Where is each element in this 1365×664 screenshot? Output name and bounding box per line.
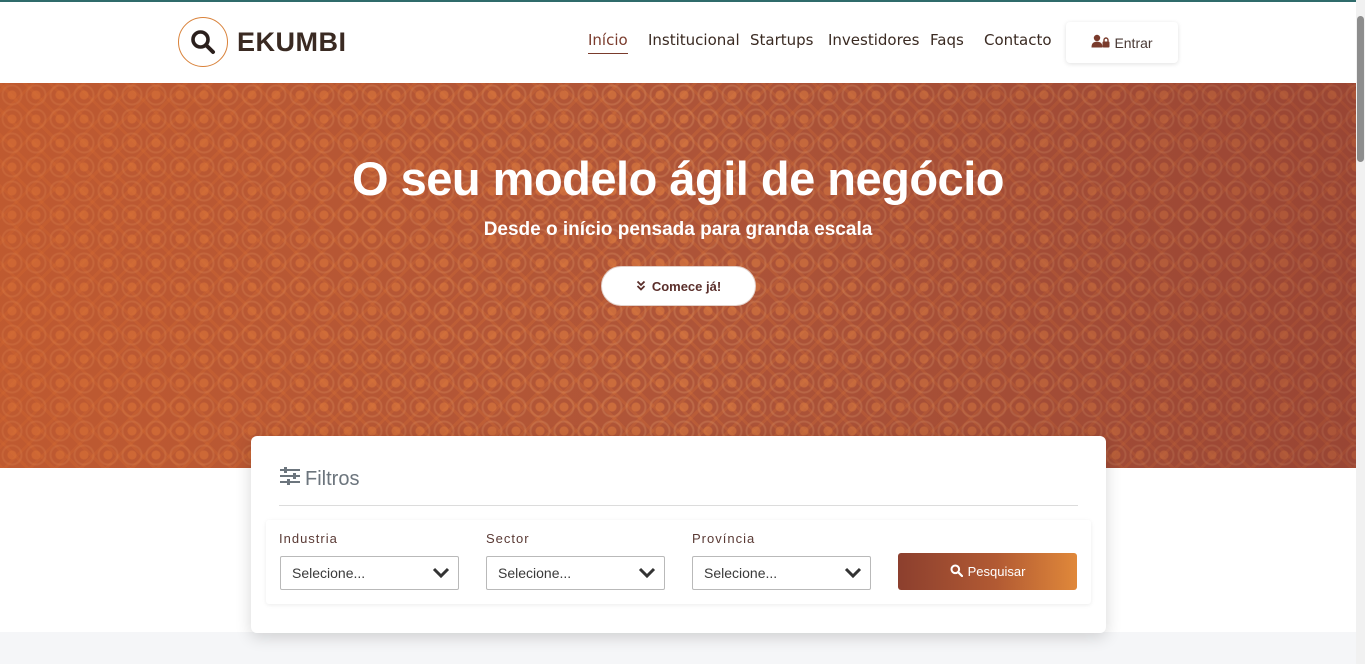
nav-item-faqs[interactable]: Faqs bbox=[930, 31, 964, 49]
chevron-down-icon bbox=[432, 566, 450, 583]
nav-item-contacto[interactable]: Contacto bbox=[984, 31, 1052, 49]
search-label: Pesquisar bbox=[967, 564, 1026, 579]
filters-title: Filtros bbox=[305, 467, 360, 490]
nav-item-institucional[interactable]: Institucional bbox=[648, 31, 740, 49]
search-button[interactable]: Pesquisar bbox=[898, 553, 1077, 590]
filters-card: Filtros Industria Selecione... Sector Se… bbox=[251, 436, 1106, 633]
users-lock-icon bbox=[1091, 34, 1111, 51]
login-button[interactable]: Entrar bbox=[1066, 22, 1178, 63]
filter-form: Industria Selecione... Sector Selecione.… bbox=[266, 520, 1091, 604]
login-label: Entrar bbox=[1114, 34, 1153, 51]
sector-label: Sector bbox=[486, 531, 530, 546]
industria-label: Industria bbox=[279, 531, 338, 546]
nav-item-investidores[interactable]: Investidores bbox=[828, 31, 919, 49]
brand-logo[interactable]: EKUMBI bbox=[178, 17, 347, 67]
sector-select-value: Selecione... bbox=[498, 565, 572, 581]
navbar: EKUMBI Início Institucional Startups Inv… bbox=[0, 2, 1356, 83]
industria-select[interactable]: Selecione... bbox=[280, 556, 459, 590]
hero-title: O seu modelo ágil de negócio bbox=[352, 152, 1004, 205]
industria-select-value: Selecione... bbox=[292, 565, 366, 581]
filters-heading: Filtros bbox=[279, 466, 359, 492]
nav-item-inicio[interactable]: Início bbox=[588, 31, 628, 54]
search-icon bbox=[950, 564, 963, 580]
chevron-down-icon bbox=[844, 566, 862, 583]
hero-banner: O seu modelo ágil de negócio Desde o iní… bbox=[0, 83, 1356, 468]
sector-select[interactable]: Selecione... bbox=[486, 556, 665, 590]
start-now-label: Comece já! bbox=[651, 278, 722, 294]
scrollbar-thumb[interactable] bbox=[1357, 16, 1364, 162]
provincia-label: Província bbox=[692, 531, 756, 546]
brand-name: EKUMBI bbox=[237, 26, 347, 57]
chevron-down-icon bbox=[638, 566, 656, 583]
divider bbox=[279, 505, 1078, 506]
nav-item-startups[interactable]: Startups bbox=[750, 31, 814, 49]
sliders-icon bbox=[279, 466, 301, 492]
start-now-button[interactable]: Comece já! bbox=[601, 266, 756, 306]
provincia-select[interactable]: Selecione... bbox=[692, 556, 871, 590]
page-scrollbar[interactable] bbox=[1356, 0, 1365, 664]
provincia-select-value: Selecione... bbox=[704, 565, 778, 581]
double-chevron-down-icon bbox=[636, 279, 646, 294]
hero-subtitle: Desde o início pensada para granda escal… bbox=[483, 219, 873, 240]
magnifier-icon bbox=[178, 17, 228, 67]
content-background bbox=[0, 632, 1356, 664]
